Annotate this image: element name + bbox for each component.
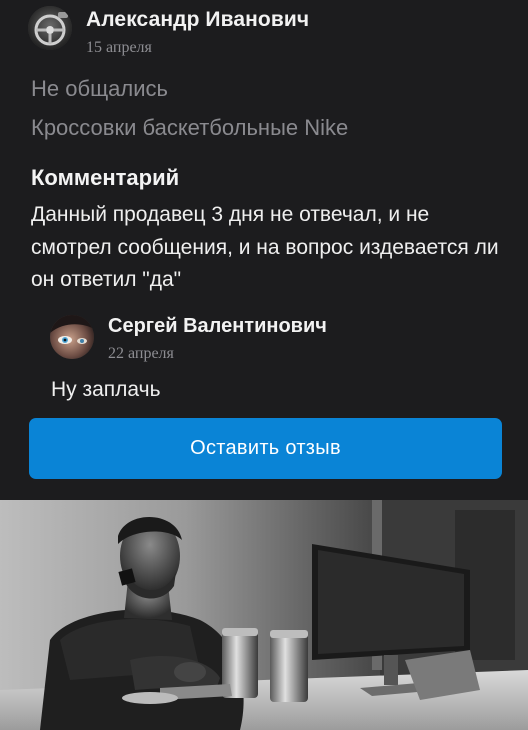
reply-avatar[interactable] [50,315,94,359]
man-at-computer-image [0,500,528,730]
reply-author-name[interactable]: Сергей Валентинович [108,313,327,339]
man-at-computer-photo [0,500,528,730]
author-name[interactable]: Александр Иванович [86,7,309,33]
reply-date: 22 апреля [108,345,174,362]
comment-heading: Комментарий [31,165,180,190]
reply-text: Ну заплачь [51,378,161,401]
contact-status: Не общались [31,76,168,101]
face-closeup-avatar-icon [50,315,94,359]
review-author: Александр Иванович 15 апреля [28,6,309,58]
review-card: Александр Иванович 15 апреля Не общались… [0,0,528,500]
comment-text: Данный продавец 3 дня не отвечал, и не с… [31,203,499,291]
reply-author-text: Сергей Валентинович 22 апреля [108,313,327,364]
review-date: 15 апреля [86,39,152,56]
item-name[interactable]: Кроссовки баскетбольные Nike [31,114,348,142]
leave-review-button[interactable]: Оставить отзыв [29,418,502,479]
reply-author: Сергей Валентинович 22 апреля [50,313,327,364]
author-text: Александр Иванович 15 апреля [86,7,309,58]
author-avatar[interactable] [28,6,72,50]
steering-wheel-avatar-icon [28,6,72,50]
